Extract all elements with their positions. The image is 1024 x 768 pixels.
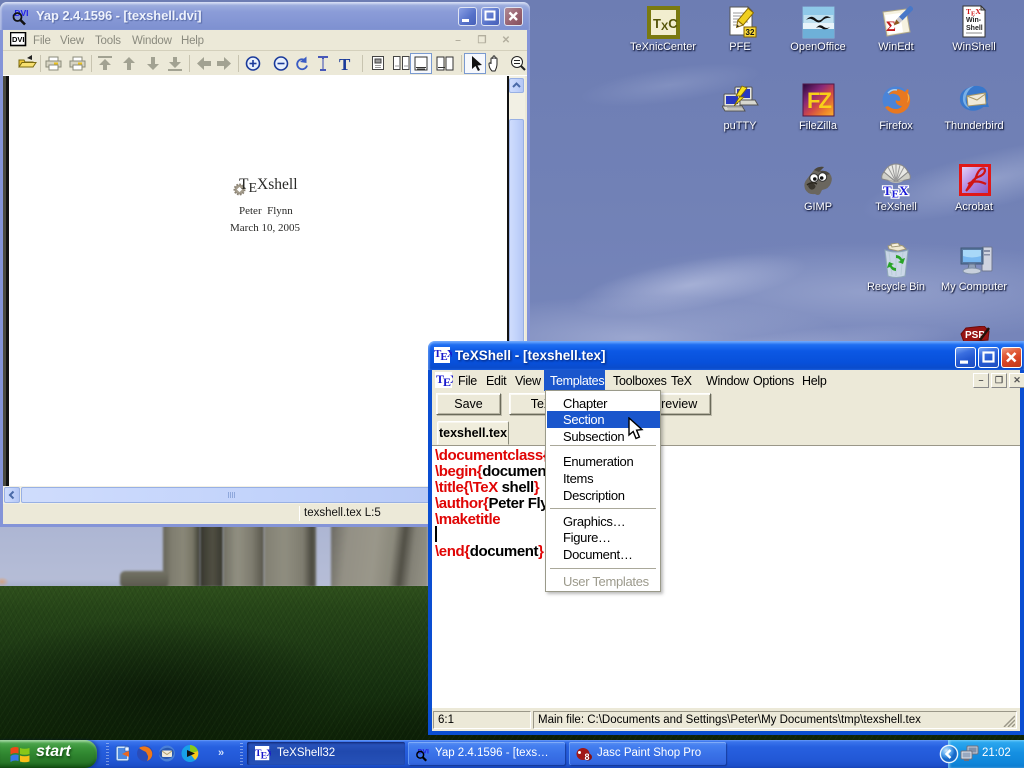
svg-text:Σ: Σ — [886, 19, 896, 35]
svg-text:T: T — [339, 55, 351, 74]
svg-text:Win-: Win- — [966, 17, 982, 24]
svg-text:DVI: DVI — [12, 35, 25, 44]
svg-text:Shell: Shell — [966, 25, 983, 32]
svg-text:»: » — [218, 747, 224, 759]
svg-text:TEX: TEX — [883, 183, 909, 200]
svg-text:32: 32 — [746, 28, 755, 37]
svg-text:8: 8 — [585, 752, 590, 762]
svg-text:FZ: FZ — [807, 88, 831, 113]
